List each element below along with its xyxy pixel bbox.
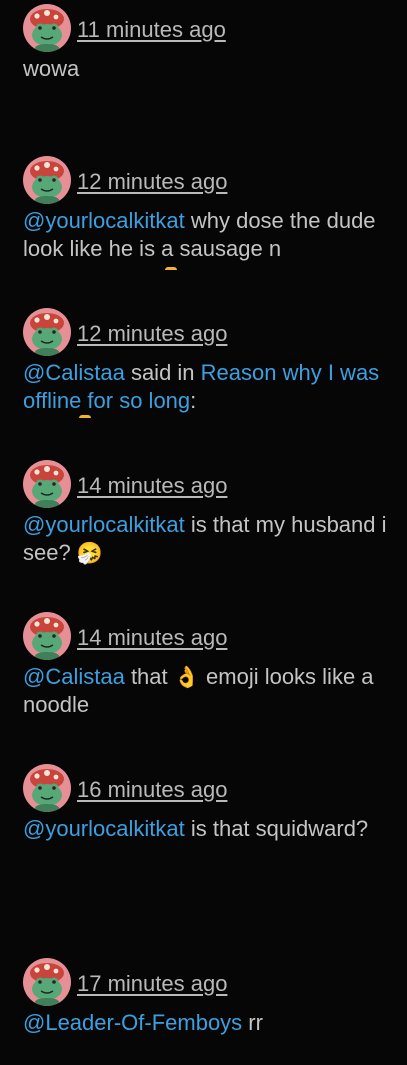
frog-mushroom-avatar-icon	[23, 958, 71, 1006]
user-avatar[interactable]	[23, 460, 71, 508]
comment-item: 12 minutes ago @Calistaa said in Reason …	[23, 308, 395, 418]
user-avatar[interactable]	[23, 4, 71, 52]
comment-text: @yourlocalkitkat why dose the dude look …	[23, 207, 395, 263]
frog-mushroom-avatar-icon	[23, 308, 71, 356]
comment-timestamp-link[interactable]: 14 minutes ago	[77, 625, 227, 651]
user-mention-link[interactable]: @yourlocalkitkat	[23, 816, 185, 841]
comment-text: @yourlocalkitkat is that my husband i se…	[23, 511, 395, 567]
comment-item: 16 minutes ago @yourlocalkitkat is that …	[23, 764, 395, 843]
frog-mushroom-avatar-icon	[23, 4, 71, 52]
user-avatar[interactable]	[23, 156, 71, 204]
comment-timestamp-link[interactable]: 16 minutes ago	[77, 777, 227, 803]
ok-hand-emoji-icon: 👌	[173, 665, 200, 689]
frog-mushroom-avatar-icon	[23, 460, 71, 508]
comment-header: 16 minutes ago	[23, 764, 395, 812]
user-avatar[interactable]	[23, 308, 71, 356]
comment-header: 17 minutes ago	[23, 958, 395, 1006]
comment-text: @Calistaa that 👌 emoji looks like a nood…	[23, 663, 395, 719]
comment-item: 14 minutes ago @yourlocalkitkat is that …	[23, 460, 395, 567]
comment-text-content: said in	[124, 360, 201, 385]
cropped-emoji-icon	[79, 415, 91, 418]
comment-item: 14 minutes ago @Calistaa that 👌 emoji lo…	[23, 612, 395, 719]
comment-text: @yourlocalkitkat is that squidward?	[23, 815, 395, 843]
comment-text: @Calistaa said in Reason why I was offli…	[23, 359, 395, 415]
comment-header: 14 minutes ago	[23, 612, 395, 660]
frog-mushroom-avatar-icon	[23, 156, 71, 204]
sneezing-face-emoji-icon: 🤧	[76, 541, 103, 565]
frog-mushroom-avatar-icon	[23, 612, 71, 660]
user-mention-link[interactable]: @Calistaa	[23, 664, 125, 689]
comment-text: wowa	[23, 55, 395, 83]
comment-text-content: that	[124, 664, 174, 689]
comment-text: @Leader-Of-Femboys rr	[23, 1009, 395, 1037]
comment-header: 12 minutes ago	[23, 308, 395, 356]
comment-item: 17 minutes ago @Leader-Of-Femboys rr	[23, 958, 395, 1037]
comment-text-content: is that squidward?	[184, 816, 369, 841]
user-avatar[interactable]	[23, 764, 71, 812]
comment-text-suffix: :	[190, 388, 197, 413]
user-avatar[interactable]	[23, 958, 71, 1006]
user-mention-link[interactable]: @yourlocalkitkat	[23, 512, 185, 537]
cropped-emoji-icon	[165, 267, 177, 270]
user-mention-link[interactable]: @Leader-Of-Femboys	[23, 1010, 242, 1035]
comment-header: 12 minutes ago	[23, 156, 395, 204]
comment-text-content: wowa	[23, 56, 80, 81]
comment-text-content: rr	[242, 1010, 263, 1035]
comment-timestamp-link[interactable]: 12 minutes ago	[77, 321, 227, 347]
user-mention-link[interactable]: @yourlocalkitkat	[23, 208, 185, 233]
comment-timestamp-link[interactable]: 17 minutes ago	[77, 971, 227, 997]
comment-item: 11 minutes ago wowa	[23, 4, 395, 83]
comment-header: 14 minutes ago	[23, 460, 395, 508]
user-avatar[interactable]	[23, 612, 71, 660]
comment-header: 11 minutes ago	[23, 4, 395, 52]
frog-mushroom-avatar-icon	[23, 764, 71, 812]
comment-timestamp-link[interactable]: 12 minutes ago	[77, 169, 227, 195]
comment-item: 12 minutes ago @yourlocalkitkat why dose…	[23, 156, 395, 270]
user-mention-link[interactable]: @Calistaa	[23, 360, 125, 385]
comment-timestamp-link[interactable]: 11 minutes ago	[77, 17, 226, 43]
comment-timestamp-link[interactable]: 14 minutes ago	[77, 473, 227, 499]
